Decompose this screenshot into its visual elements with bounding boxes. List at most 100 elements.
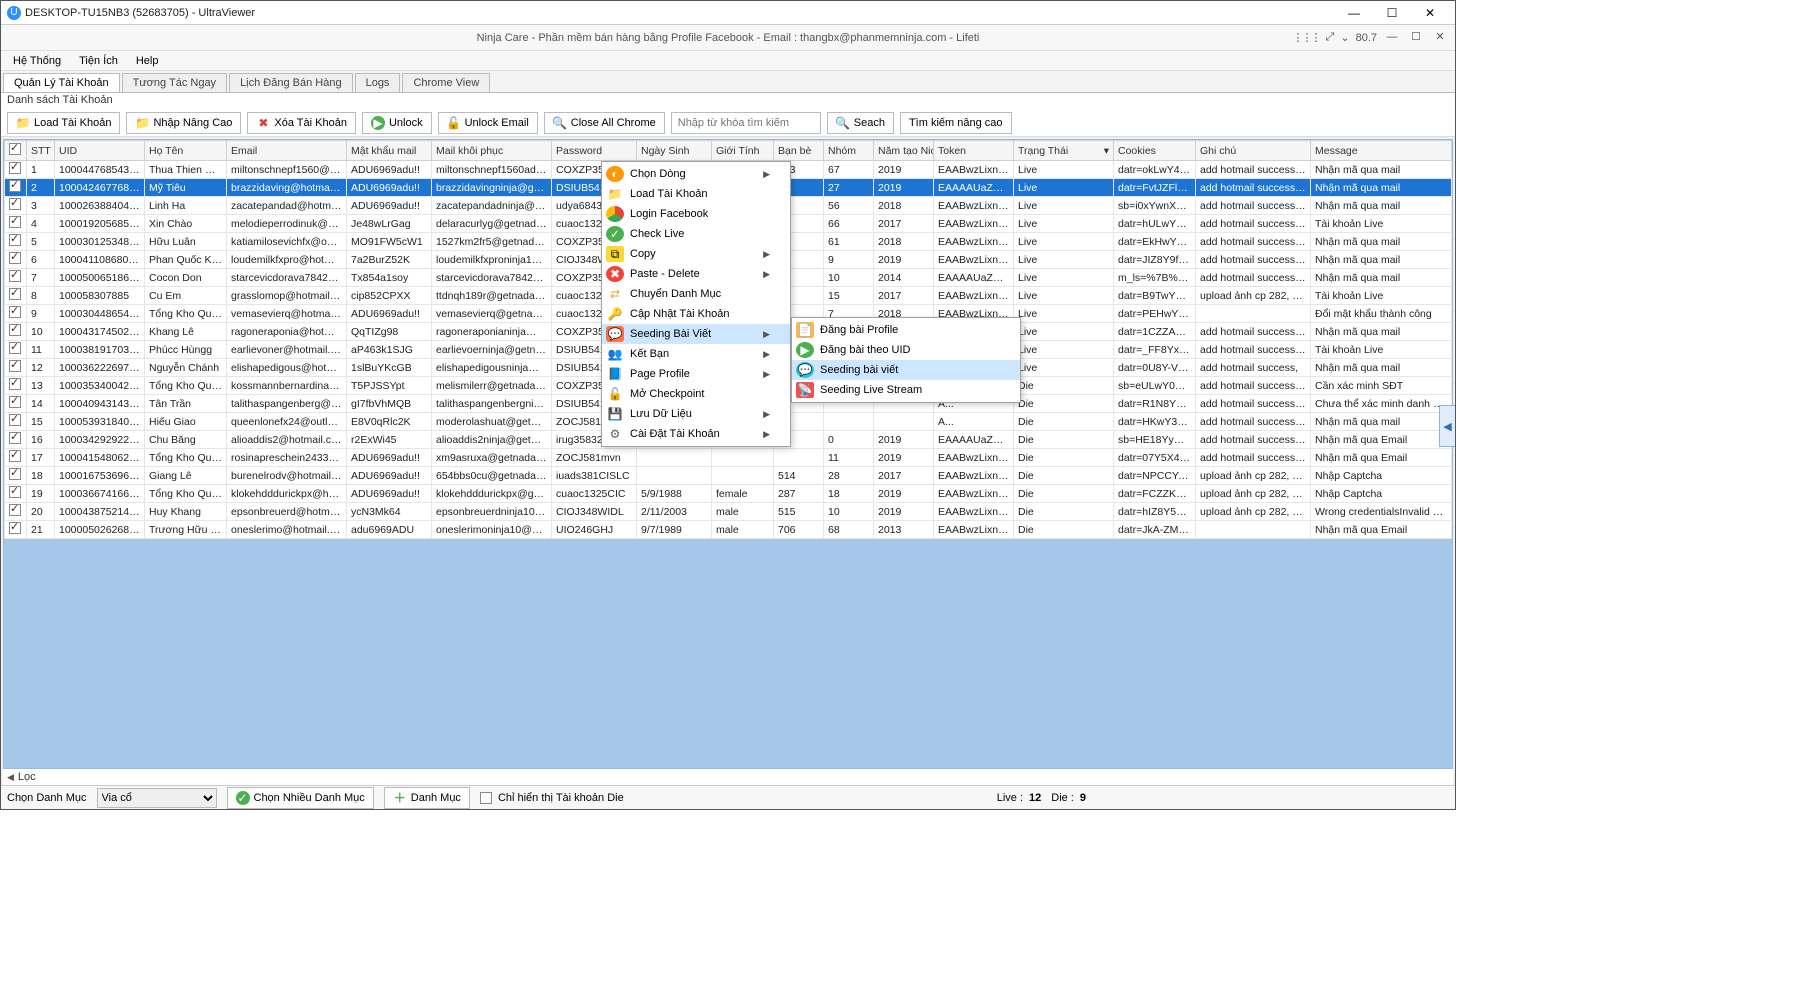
col-header[interactable]: Bạn bè (774, 141, 824, 161)
load-accounts-button[interactable]: 📁Load Tài Khoản (7, 112, 120, 134)
ctx-ch-n-d-ng[interactable]: ◐Chọn Dòng▶ (602, 164, 790, 184)
row-checkbox[interactable] (9, 504, 21, 516)
row-checkbox[interactable] (9, 522, 21, 534)
col-header[interactable]: STT (27, 141, 55, 161)
col-header[interactable]: Nhóm (824, 141, 874, 161)
uv-maximize-button[interactable]: ☐ (1373, 2, 1411, 24)
uv-close-button[interactable]: ✕ (1411, 2, 1449, 24)
checkbox-icon[interactable] (9, 143, 21, 155)
chevron-down-icon[interactable]: ⌄ (1340, 31, 1349, 44)
inner-minimize-button[interactable]: — (1383, 31, 1401, 45)
add-category-button[interactable]: ＋Danh Mục (384, 787, 470, 809)
row-checkbox[interactable] (9, 486, 21, 498)
col-header[interactable]: Trạng Thái ▾ (1014, 141, 1114, 161)
col-header[interactable]: Email (227, 141, 347, 161)
tab-qu-n-l-t-i-kho-n[interactable]: Quản Lý Tài Khoản (3, 73, 120, 92)
ctx--ng-b-i-profile[interactable]: 📄Đăng bài Profile (792, 320, 1020, 340)
cell-mk: adu6969ADU (347, 521, 432, 539)
col-header[interactable]: UID (55, 141, 145, 161)
ctx-page-profile[interactable]: 📘Page Profile▶ (602, 364, 790, 384)
table-row[interactable]: 17100041548062570Tổng Kho Quảng...rosina… (5, 449, 1452, 467)
expand-icon[interactable]: ⤢ (1326, 31, 1335, 44)
col-header[interactable]: Ghi chú (1196, 141, 1311, 161)
col-header[interactable]: Token (934, 141, 1014, 161)
col-header[interactable]: Mật khẩu mail (347, 141, 432, 161)
col-header[interactable]: Message (1311, 141, 1452, 161)
row-checkbox[interactable] (9, 432, 21, 444)
inner-maximize-button[interactable]: ☐ (1407, 31, 1425, 45)
table-row[interactable]: 19100036674166555Tổng Kho Quảng...klokeh… (5, 485, 1452, 503)
menu-help[interactable]: Help (128, 53, 167, 69)
ctx-login-facebook[interactable]: Login Facebook (602, 204, 790, 224)
uv-minimize-button[interactable]: — (1335, 2, 1373, 24)
row-checkbox[interactable] (9, 468, 21, 480)
row-checkbox[interactable] (9, 162, 21, 174)
ctx-l-u-d-li-u[interactable]: 💾Lưu Dữ Liệu▶ (602, 404, 790, 424)
ctx-load-t-i-kho-n[interactable]: 📁Load Tài Khoản (602, 184, 790, 204)
ctx-paste-delete[interactable]: ✖Paste - Delete▶ (602, 264, 790, 284)
unlock-button[interactable]: ▶Unlock (362, 112, 432, 134)
search-input[interactable] (671, 112, 821, 134)
col-header[interactable] (5, 141, 27, 161)
context-menu-main[interactable]: ◐Chọn Dòng▶📁Load Tài KhoảnLogin Facebook… (601, 161, 791, 447)
close-all-chrome-button[interactable]: 🔍Close All Chrome (544, 112, 665, 134)
row-checkbox[interactable] (9, 450, 21, 462)
cell-uid: 100034292922941 (55, 431, 145, 449)
ctx-m-checkpoint[interactable]: 🔓Mở Checkpoint (602, 384, 790, 404)
ctx-seeding-b-i-vi-t[interactable]: 💬Seeding Bài Viết▶ (602, 324, 790, 344)
row-checkbox[interactable] (9, 234, 21, 246)
inner-close-button[interactable]: ✕ (1431, 31, 1449, 45)
delete-account-button[interactable]: ✖Xóa Tài Khoản (247, 112, 356, 134)
row-checkbox[interactable] (9, 216, 21, 228)
ctx-chuy-n-danh-m-c[interactable]: ⇄Chuyển Danh Mục (602, 284, 790, 304)
ctx-check-live[interactable]: ✓Check Live (602, 224, 790, 244)
show-die-only-check[interactable]: Chỉ hiển thị Tài khoản Die (480, 792, 624, 804)
search-button[interactable]: 🔍Seach (827, 112, 894, 134)
menu-hệ-thống[interactable]: Hệ Thống (5, 53, 69, 69)
row-checkbox[interactable] (9, 342, 21, 354)
ctx-seeding-live-stream[interactable]: 📡Seeding Live Stream (792, 380, 1020, 400)
col-header[interactable]: Ngày Sinh (637, 141, 712, 161)
row-checkbox[interactable] (9, 252, 21, 264)
row-checkbox[interactable] (9, 180, 21, 192)
ctx-k-t-b-n[interactable]: 👥Kết Bạn▶ (602, 344, 790, 364)
row-checkbox[interactable] (9, 198, 21, 210)
row-checkbox[interactable] (9, 288, 21, 300)
import-advanced-button[interactable]: 📁Nhập Nâng Cao (126, 112, 241, 134)
advanced-search-button[interactable]: Tìm kiếm nâng cao (900, 112, 1012, 134)
row-checkbox[interactable] (9, 324, 21, 336)
cell-nhom: 10 (824, 503, 874, 521)
grid-toggle-icon[interactable]: ⋮⋮⋮ (1293, 31, 1320, 44)
col-header[interactable]: Năm tạo Nick (874, 141, 934, 161)
scroll-left-icon[interactable]: ◀ (7, 772, 14, 783)
row-checkbox[interactable] (9, 378, 21, 390)
ctx--ng-b-i-theo-uid[interactable]: ▶Đăng bài theo UID (792, 340, 1020, 360)
menu-tiện-ích[interactable]: Tiện Ích (71, 53, 126, 69)
row-checkbox[interactable] (9, 396, 21, 408)
col-header[interactable]: Cookies (1114, 141, 1196, 161)
col-header[interactable]: Giới Tính (712, 141, 774, 161)
tab-chrome-view[interactable]: Chrome View (402, 73, 490, 92)
row-checkbox[interactable] (9, 270, 21, 282)
table-row[interactable]: 18100016753696799Giang Lêburenelrodv@hot… (5, 467, 1452, 485)
row-checkbox[interactable] (9, 414, 21, 426)
tab-logs[interactable]: Logs (355, 73, 401, 92)
ctx-seeding-b-i-vi-t[interactable]: 💬Seeding bài viết (792, 360, 1020, 380)
table-row[interactable]: 21100005026268643Trương Hữu Sơnoneslerim… (5, 521, 1452, 539)
right-drawer-handle[interactable]: ◀ (1439, 405, 1455, 447)
context-menu-seeding[interactable]: 📄Đăng bài Profile▶Đăng bài theo UID💬Seed… (791, 317, 1021, 403)
col-header[interactable]: Mail khôi phục (432, 141, 552, 161)
choose-multi-category-button[interactable]: ✓Chọn Nhiều Danh Mục (227, 787, 374, 809)
unlock-email-button[interactable]: 🔓Unlock Email (438, 112, 538, 134)
row-checkbox[interactable] (9, 360, 21, 372)
tab-l-ch-ng-b-n-h-ng[interactable]: Lịch Đăng Bán Hàng (229, 73, 353, 92)
table-row[interactable]: 20100043875214370Huy Khangepsonbreuerd@h… (5, 503, 1452, 521)
row-checkbox[interactable] (9, 306, 21, 318)
category-combo[interactable]: Via cổ (97, 788, 217, 808)
ctx-c-i-t-t-i-kho-n[interactable]: ⚙Cài Đặt Tài Khoản▶ (602, 424, 790, 444)
ctx-c-p-nh-t-t-i-kho-n[interactable]: 🔑Cập Nhật Tài Khoản (602, 304, 790, 324)
tab-t-ng-t-c-ngay[interactable]: Tương Tác Ngay (122, 73, 227, 92)
ctx-copy[interactable]: ⧉Copy▶ (602, 244, 790, 264)
col-header[interactable]: Password (552, 141, 637, 161)
col-header[interactable]: Họ Tên (145, 141, 227, 161)
